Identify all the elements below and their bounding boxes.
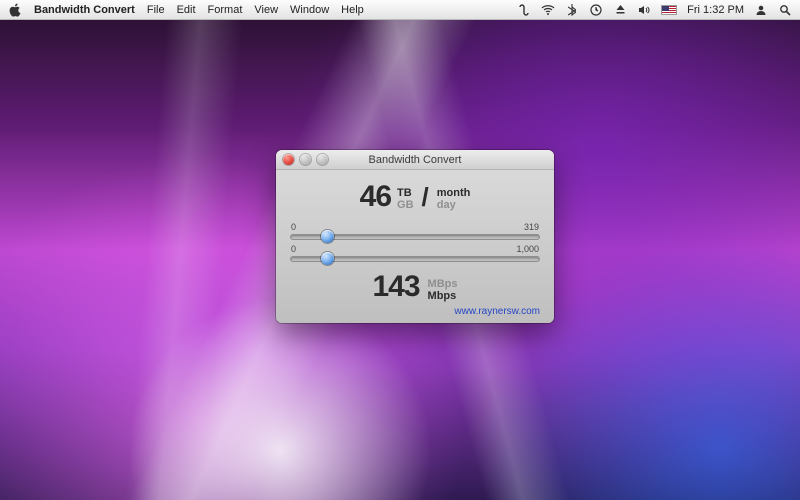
- rate-unit-secondary: Mbps: [428, 290, 458, 302]
- bandwidth-rate-value: 143: [372, 270, 419, 304]
- bandwidth-amount-slider[interactable]: [290, 234, 540, 240]
- volume-icon[interactable]: [637, 3, 651, 17]
- menubar: Bandwidth Convert File Edit Format View …: [0, 0, 800, 20]
- bandwidth-rate-readout: 143 MBps Mbps: [290, 266, 540, 304]
- time-machine-icon[interactable]: [589, 3, 603, 17]
- bandwidth-unit-primary: TB: [397, 187, 414, 199]
- bandwidth-amount-value: 46: [360, 180, 391, 214]
- window-titlebar[interactable]: Bandwidth Convert: [276, 150, 554, 170]
- app-menu[interactable]: Bandwidth Convert: [34, 4, 135, 16]
- slider1-max-label: 319: [524, 222, 539, 232]
- wifi-icon[interactable]: [541, 3, 555, 17]
- bandwidth-amount-slider-thumb[interactable]: [321, 230, 334, 243]
- slider1-min-label: 0: [291, 222, 296, 232]
- slider2-min-label: 0: [291, 244, 296, 254]
- bluetooth-icon[interactable]: [565, 3, 579, 17]
- window-minimize-button[interactable]: [300, 154, 311, 165]
- scripts-menu-icon[interactable]: [517, 3, 531, 17]
- per-separator: /: [422, 182, 429, 213]
- menu-help[interactable]: Help: [341, 4, 364, 16]
- vendor-link[interactable]: www.raynersw.com: [290, 304, 540, 317]
- menu-window[interactable]: Window: [290, 4, 329, 16]
- spotlight-icon[interactable]: [778, 3, 792, 17]
- window-close-button[interactable]: [283, 154, 294, 165]
- bandwidth-period-primary: month: [437, 187, 471, 199]
- bandwidth-rate-slider-thumb[interactable]: [321, 252, 334, 265]
- bandwidth-period-secondary: day: [437, 199, 471, 211]
- menu-view[interactable]: View: [254, 4, 278, 16]
- menu-file[interactable]: File: [147, 4, 165, 16]
- window-zoom-button[interactable]: [317, 154, 328, 165]
- apple-menu-icon[interactable]: [8, 3, 22, 17]
- rate-unit-primary: MBps: [428, 278, 458, 290]
- menubar-clock[interactable]: Fri 1:32 PM: [687, 4, 744, 16]
- bandwidth-amount-readout: 46 TB GB / month day: [290, 178, 540, 220]
- input-source-flag-icon[interactable]: [661, 5, 677, 15]
- bandwidth-unit-secondary: GB: [397, 199, 414, 211]
- slider2-max-label: 1,000: [516, 244, 539, 254]
- bandwidth-amount-slider-group: 0 319: [290, 222, 540, 240]
- eject-icon[interactable]: [613, 3, 627, 17]
- bandwidth-rate-slider-group: 0 1,000: [290, 244, 540, 262]
- bandwidth-rate-slider[interactable]: [290, 256, 540, 262]
- menu-format[interactable]: Format: [208, 4, 243, 16]
- menu-edit[interactable]: Edit: [177, 4, 196, 16]
- user-menu-icon[interactable]: [754, 3, 768, 17]
- app-window: Bandwidth Convert 46 TB GB / month day 0…: [276, 150, 554, 323]
